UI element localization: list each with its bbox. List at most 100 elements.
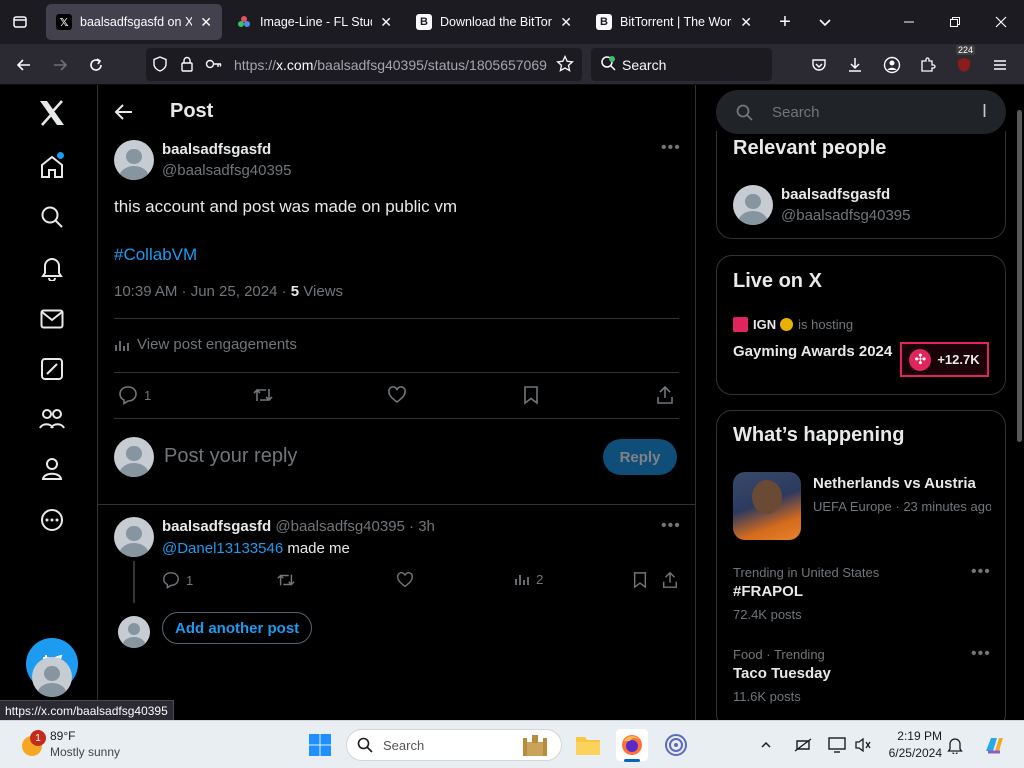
post-more-icon[interactable]: ••• [661,139,681,157]
weather-temp[interactable]: 89°F [50,729,75,743]
back-arrow-icon[interactable] [114,102,134,122]
tab-bittorrent[interactable]: B BitTorrent | The World's ✕ [586,4,762,40]
share-icon[interactable] [661,571,679,589]
volume-muted-icon[interactable] [850,729,876,761]
like-heart-icon[interactable] [387,385,407,405]
page-scrollbar[interactable] [1017,110,1022,442]
file-explorer-icon[interactable] [572,729,604,761]
live-event-title[interactable]: Gayming Awards 2024 [733,342,893,362]
lock-icon[interactable] [180,56,194,72]
extensions-puzzle-icon[interactable] [915,52,941,78]
relevant-person-avatar[interactable] [733,185,773,225]
chevron-down-icon[interactable] [812,9,838,35]
bookmark-icon[interactable] [632,571,648,589]
x-logo-icon[interactable] [36,97,68,129]
taskbar-search-box[interactable]: Search [346,729,562,761]
add-another-post-button[interactable]: Add another post [162,612,313,644]
view-engagements-link[interactable]: View post engagements [114,336,297,353]
reply-mention-link[interactable]: @Danel13133546 [162,540,283,557]
home-icon[interactable] [36,151,68,183]
post-date[interactable]: 10:39 AM · Jun 25, 2024 · [114,283,291,300]
more-options-icon[interactable] [36,504,68,536]
close-tab-icon[interactable]: ✕ [200,14,212,31]
like-heart-icon[interactable] [396,571,414,589]
explore-search-icon[interactable] [36,201,68,233]
windows-start-icon[interactable] [304,729,336,761]
x-logo-icon: 𝕏 [56,14,72,30]
repost-icon[interactable] [276,571,296,589]
close-tab-icon[interactable]: ✕ [380,14,392,31]
relevant-person-handle[interactable]: @baalsadfsg40395 [781,207,911,224]
tab-x-post[interactable]: 𝕏 baalsadfsgasfd on X: "t ✕ [46,4,222,40]
trend-name[interactable]: #FRAPOL [733,583,803,600]
tab-download-bittorrent[interactable]: B Download the BitTorrent ✕ [406,4,582,40]
reply-views-action[interactable]: 2 [514,571,543,587]
reply-input[interactable]: Post your reply [164,445,297,468]
profile-icon[interactable] [36,453,68,485]
account-icon[interactable] [879,52,905,78]
trend-name[interactable]: Taco Tuesday [733,665,831,682]
reply-reply-action[interactable]: 1 [162,571,193,589]
minimize-window-button[interactable] [896,9,922,35]
permissions-key-icon[interactable] [205,57,223,71]
chevron-up-icon[interactable] [756,729,776,761]
account-avatar[interactable] [32,657,72,697]
shield-icon[interactable] [152,56,168,72]
firefox-icon[interactable] [616,729,648,762]
pocket-icon[interactable] [806,52,832,78]
player-photo [752,480,782,514]
trend-name[interactable]: Netherlands vs Austria [813,475,976,492]
clock-date[interactable]: 6/25/2024 [880,746,942,760]
address-bar[interactable]: https://x.com/baalsadfsg40395/status/180… [146,48,582,81]
reload-button[interactable] [83,52,109,78]
bookmark-star-icon[interactable] [556,55,574,73]
close-window-button[interactable] [988,9,1014,35]
search-input[interactable]: Search I [716,90,1006,134]
display-icon[interactable] [824,729,850,761]
forward-button[interactable] [47,52,73,78]
bookmark-icon[interactable] [522,385,540,405]
tab-fl-studio[interactable]: Image-Line - FL Studio ✕ [226,4,402,40]
url-text[interactable]: https://x.com/baalsadfsg40395/status/180… [234,57,552,73]
network-disconnected-icon[interactable] [790,729,816,761]
back-button[interactable] [11,52,37,78]
grok-icon[interactable] [36,353,68,385]
bittorrent-taskbar-icon[interactable] [660,729,692,761]
reply-more-icon[interactable]: ••• [661,517,681,535]
reply-author-avatar[interactable] [114,517,154,557]
reply-author-handle[interactable]: @baalsadfsg40395 · 3h [275,518,435,535]
reply-author-name[interactable]: baalsadfsgasfd [162,518,271,535]
browser-search-bar[interactable]: Search [591,48,772,81]
share-icon[interactable] [655,385,675,405]
post-author-name[interactable]: baalsadfsgasfd [162,141,271,158]
notification-bell-icon[interactable] [942,729,968,761]
reply-button[interactable]: Reply [603,439,677,475]
clock-time[interactable]: 2:19 PM [880,729,942,743]
maximize-window-button[interactable] [942,9,968,35]
post-hashtag[interactable]: #CollabVM [114,245,197,265]
downloads-icon[interactable] [842,52,868,78]
weather-desc[interactable]: Mostly sunny [50,745,120,759]
menu-hamburger-icon[interactable] [987,52,1013,78]
messages-envelope-icon[interactable] [36,303,68,335]
trend-more-icon[interactable]: ••• [971,563,991,581]
live-host-row[interactable]: IGN is hosting [733,317,853,332]
ublock-extension-icon[interactable]: 224 [951,45,977,78]
communities-icon[interactable] [36,403,68,435]
relevant-person-name[interactable]: baalsadfsgasfd [781,186,890,203]
tab-list-icon[interactable] [7,9,33,35]
close-tab-icon[interactable]: ✕ [560,14,572,31]
close-tab-icon[interactable]: ✕ [740,14,752,31]
weather-widget[interactable]: 1 [16,730,46,760]
copilot-icon[interactable] [978,729,1010,761]
post-author-avatar[interactable] [114,140,154,180]
post-author-handle[interactable]: @baalsadfsg40395 [162,162,292,179]
notifications-bell-icon[interactable] [36,252,68,284]
trend-more-icon[interactable]: ••• [971,645,991,663]
live-listeners-button[interactable]: ✣ +12.7K [900,342,989,377]
reply-action[interactable]: 1 [118,385,151,405]
trend-thumbnail[interactable] [733,472,801,540]
repost-icon[interactable] [252,385,274,405]
browser-nav-bar: https://x.com/baalsadfsg40395/status/180… [0,44,1024,85]
new-tab-button[interactable]: + [772,9,798,35]
